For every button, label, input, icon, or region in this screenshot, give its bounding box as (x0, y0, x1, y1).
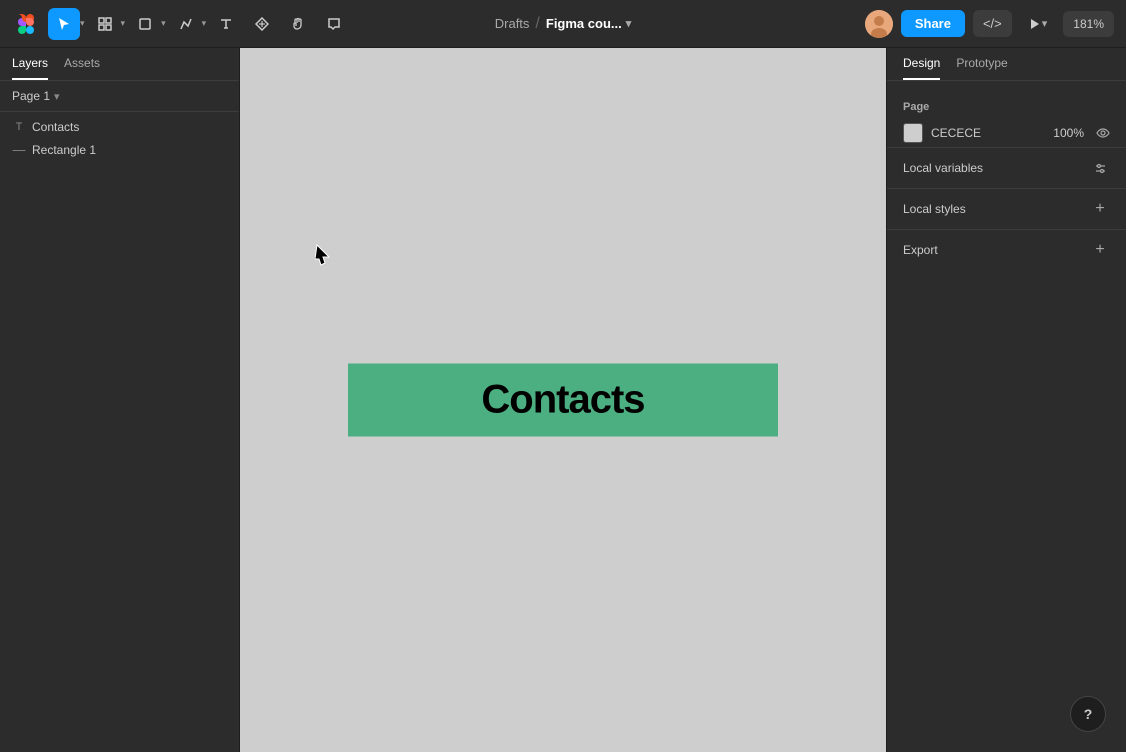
shape-tool-chevron: ▾ (161, 18, 166, 29)
avatar[interactable] (865, 10, 893, 38)
page-color-swatch[interactable] (903, 123, 923, 143)
frame-tool-chevron: ▾ (121, 18, 126, 29)
topbar: ▾ ▾ ▾ ▾ (0, 0, 1126, 48)
left-panel: Layers Assets Page 1 ▾ T Contacts — Rect… (0, 48, 240, 752)
canvas-area[interactable]: Contacts (240, 48, 886, 752)
layer-item-contacts[interactable]: T Contacts (0, 116, 239, 138)
tab-design[interactable]: Design (903, 56, 940, 80)
left-panel-tabs: Layers Assets (0, 48, 239, 81)
page-chevron: ▾ (54, 90, 60, 103)
topbar-right: Share </> ▾ 181% (565, 10, 1114, 38)
breadcrumb-drafts[interactable]: Drafts (495, 16, 530, 31)
frame-tool-button[interactable] (89, 8, 121, 40)
layer-name-rectangle: Rectangle 1 (32, 143, 96, 157)
share-button[interactable]: Share (901, 10, 965, 37)
select-tool-group[interactable]: ▾ (48, 8, 85, 40)
shape-tool-button[interactable] (129, 8, 161, 40)
text-tool-button[interactable] (210, 8, 242, 40)
export-row[interactable]: Export + (887, 229, 1126, 270)
layer-item-rectangle[interactable]: — Rectangle 1 (0, 138, 239, 161)
rect-layer-icon: — (12, 142, 26, 157)
page-bg-row: CECECE 100% (887, 119, 1126, 147)
frame-tool-group[interactable]: ▾ (89, 8, 126, 40)
export-label: Export (903, 243, 1090, 257)
canvas-element-wrapper: Contacts (348, 364, 778, 437)
right-panel-tabs: Design Prototype (887, 48, 1126, 81)
select-tool-button[interactable] (48, 8, 80, 40)
local-styles-add-icon[interactable]: + (1090, 199, 1110, 219)
contacts-rectangle[interactable]: Contacts (348, 364, 778, 437)
local-variables-label: Local variables (903, 161, 1090, 175)
shape-tool-group[interactable]: ▾ (129, 8, 166, 40)
breadcrumb-separator: / (535, 15, 539, 33)
component-tool-button[interactable] (246, 8, 278, 40)
code-button[interactable]: </> (973, 10, 1012, 37)
local-variables-row[interactable]: Local variables (887, 147, 1126, 188)
page-selector[interactable]: Page 1 ▾ (0, 81, 239, 112)
contacts-text: Contacts (481, 378, 644, 423)
tab-assets[interactable]: Assets (64, 56, 100, 80)
local-styles-row[interactable]: Local styles + (887, 188, 1126, 229)
right-panel-content: Page CECECE 100% Local variables (887, 81, 1126, 282)
figma-logo-button[interactable] (12, 10, 40, 38)
eye-icon[interactable] (1096, 126, 1110, 141)
comment-tool-button[interactable] (318, 8, 350, 40)
filename-chevron: ▾ (626, 17, 632, 30)
pen-tool-chevron: ▾ (202, 18, 207, 29)
section-page-label: Page (887, 93, 1126, 119)
export-add-icon[interactable]: + (1090, 240, 1110, 260)
page-color-opacity[interactable]: 100% (1053, 126, 1084, 140)
layers-list: T Contacts — Rectangle 1 (0, 112, 239, 165)
main-content: Layers Assets Page 1 ▾ T Contacts — Rect… (0, 48, 1126, 752)
local-variables-settings-icon[interactable] (1090, 158, 1110, 178)
local-styles-label: Local styles (903, 202, 1090, 216)
zoom-button[interactable]: 181% (1063, 11, 1114, 37)
play-chevron: ▾ (1042, 17, 1048, 30)
page-color-hex[interactable]: CECECE (931, 126, 1045, 140)
topbar-left: ▾ ▾ ▾ ▾ (12, 8, 561, 40)
layer-name-contacts: Contacts (32, 120, 79, 134)
help-button[interactable]: ? (1070, 696, 1106, 732)
text-layer-icon: T (12, 121, 26, 133)
pen-tool-group[interactable]: ▾ (170, 8, 207, 40)
hand-tool-button[interactable] (282, 8, 314, 40)
file-name-button[interactable]: Figma cou... ▾ (546, 16, 631, 31)
tab-prototype[interactable]: Prototype (956, 56, 1007, 80)
topbar-center: Drafts / Figma cou... ▾ (495, 15, 632, 33)
right-panel: Design Prototype Page CECECE 100% Local … (886, 48, 1126, 752)
select-tool-chevron: ▾ (80, 18, 85, 29)
play-button[interactable]: ▾ (1020, 11, 1056, 36)
pen-tool-button[interactable] (170, 8, 202, 40)
tab-layers[interactable]: Layers (12, 56, 48, 80)
